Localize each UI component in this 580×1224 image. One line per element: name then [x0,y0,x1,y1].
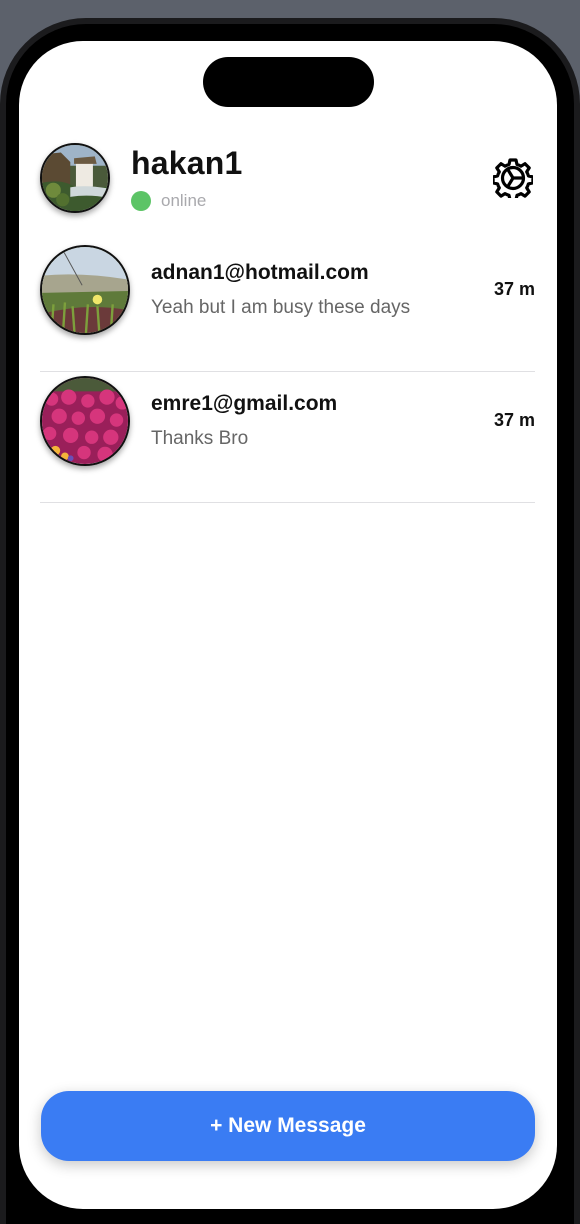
contact-name: adnan1@hotmail.com [151,261,369,284]
contact-avatar [40,245,130,335]
online-status-text: online [161,191,207,210]
username: hakan1 [131,145,243,181]
new-message-button[interactable]: + New Message [41,1091,535,1161]
app-screen: hakan1 online adnan1@hotmail.com Yeah bu… [19,41,557,1209]
contact-name: emre1@gmail.com [151,392,338,415]
gear-icon [493,158,533,198]
flowers-photo-icon [42,378,128,464]
contact-avatar [40,376,130,466]
message-time: 37 m [493,410,535,430]
dynamic-island [203,57,374,107]
user-avatar[interactable] [40,143,110,213]
conversation-row[interactable]: adnan1@hotmail.com Yeah but I am busy th… [40,241,535,372]
message-preview: Thanks Bro [151,428,249,449]
message-preview: Yeah but I am busy these days [151,297,411,318]
meadow-photo-icon [42,247,128,333]
online-status-dot [131,191,151,211]
settings-button[interactable] [493,158,533,198]
waterfall-photo-icon [42,145,108,211]
conversation-row[interactable]: emre1@gmail.com Thanks Bro 37 m [40,372,535,503]
message-time: 37 m [493,279,535,299]
conversation-list: adnan1@hotmail.com Yeah but I am busy th… [19,241,557,503]
